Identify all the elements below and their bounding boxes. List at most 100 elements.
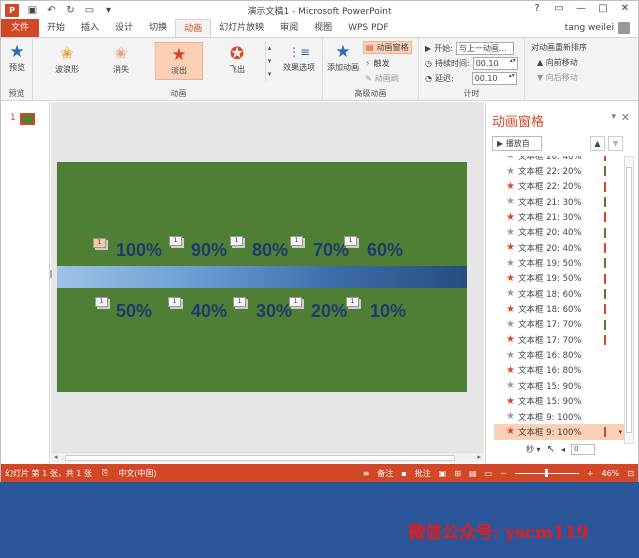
text-box-100[interactable]: 100%	[116, 240, 162, 261]
animation-tag[interactable]: 1	[169, 236, 182, 246]
start-select[interactable]: 与上一动画...	[455, 42, 514, 55]
timing-bar[interactable]	[604, 273, 606, 284]
undo-icon[interactable]: ↶	[46, 5, 57, 16]
animation-list-item[interactable]: ★ 文本框 21: 30%	[494, 209, 626, 224]
animation-list-item[interactable]: ★文本框 20: 40%	[494, 225, 626, 240]
text-box-10[interactable]: 10%	[370, 301, 406, 322]
move-earlier-button[interactable]: ▲ 向前移动	[537, 57, 578, 68]
timing-bar[interactable]	[604, 335, 606, 346]
start-from-beginning-icon[interactable]: ▭	[84, 5, 95, 16]
language[interactable]: 中文(中国)	[118, 468, 156, 479]
slide-canvas[interactable]: 1 100% 1 90% 1 80% 1 70% 1 60% 1 50% 1 4…	[57, 162, 467, 392]
animation-tag[interactable]: 1	[290, 236, 303, 246]
animation-list-item[interactable]: ★ 文本框 22: 20%	[494, 179, 626, 194]
scroll-left-icon[interactable]: ◂	[54, 453, 58, 461]
reading-view-icon[interactable]: ▤	[469, 469, 477, 478]
text-box-30[interactable]: 30%	[256, 301, 292, 322]
scroll-right-icon[interactable]: ▸	[477, 453, 481, 461]
redo-icon[interactable]: ↻	[65, 5, 76, 16]
tab-design[interactable]: 设计	[107, 19, 141, 37]
user-account[interactable]: tang weilei	[565, 19, 630, 37]
maximize-button[interactable]: □	[592, 1, 614, 17]
tab-review[interactable]: 审阅	[272, 19, 306, 37]
timing-bar[interactable]	[604, 427, 606, 438]
animation-list-item[interactable]: ★ 文本框 21: 30%	[494, 194, 626, 209]
animation-list-item[interactable]: ★ 文本框 17: 70%	[494, 317, 626, 332]
zoom-slider[interactable]	[514, 468, 579, 477]
animation-list-item[interactable]: ★ 文本框 9: 100%	[494, 409, 626, 424]
animation-list-item[interactable]: ★ 文本框 19: 50%	[494, 255, 626, 270]
tab-file[interactable]: 文件	[1, 19, 40, 37]
text-box-40[interactable]: 40%	[191, 301, 227, 322]
animation-pane-button[interactable]: ▤ 动画窗格	[363, 41, 412, 54]
animation-tag[interactable]: 1	[168, 297, 181, 307]
zoom-in-icon[interactable]: +	[587, 469, 594, 478]
tab-insert[interactable]: 插入	[73, 19, 107, 37]
timeline-left-icon[interactable]: ◂	[561, 445, 565, 454]
notes-button[interactable]: 备注	[377, 468, 393, 479]
close-pane-icon[interactable]: ✕	[621, 111, 630, 124]
preview-button[interactable]: ★ 预览	[3, 42, 31, 73]
animation-tag[interactable]: 1	[230, 236, 243, 246]
animation-list-item[interactable]: ★ 文本框 9: 100% ▾	[494, 424, 626, 440]
animation-tag[interactable]: 1	[346, 297, 359, 307]
timing-bar[interactable]	[604, 166, 606, 177]
slide-thumbnail[interactable]	[20, 113, 35, 125]
animation-list-item[interactable]: ★文本框 20: 40%	[494, 240, 626, 255]
animation-tag[interactable]: 1	[344, 236, 357, 246]
effect-options-button[interactable]: ⋮≡ 效果选项	[279, 42, 319, 73]
tab-animations[interactable]: 动画	[175, 19, 212, 37]
animation-fly-out[interactable]: ✪ 飞出	[213, 42, 261, 80]
animation-painter-button[interactable]: ✎ 动画刷	[365, 73, 399, 84]
animation-list-item[interactable]: ★ 文本框 22: 20%	[494, 163, 626, 178]
normal-view-icon[interactable]: ▣	[439, 469, 447, 478]
animation-tag[interactable]: 1	[289, 297, 302, 307]
zoom-level[interactable]: 46%	[602, 469, 620, 478]
animation-tag[interactable]: 1	[93, 238, 106, 248]
tab-transitions[interactable]: 切换	[141, 19, 175, 37]
timing-bar[interactable]	[604, 197, 606, 208]
move-up-button[interactable]: ▲	[590, 136, 605, 151]
animation-list-item[interactable]: ★ 文本框 15: 90%	[494, 394, 626, 409]
animation-wave[interactable]: ✬ 波浪形	[43, 42, 91, 80]
animation-list-item[interactable]: ★ 文本框 16: 80%	[494, 347, 626, 362]
help-button[interactable]: ?	[526, 1, 548, 17]
duration-input[interactable]: 00.10	[472, 57, 518, 70]
text-box-90[interactable]: 90%	[191, 240, 227, 261]
timing-bar[interactable]	[604, 304, 606, 315]
add-animation-button[interactable]: ★ 添加动画	[325, 42, 361, 73]
text-box-60[interactable]: 60%	[367, 240, 403, 261]
horizontal-scrollbar[interactable]: ◂ ▸	[51, 452, 484, 463]
timing-bar[interactable]	[604, 181, 606, 192]
item-dropdown-icon[interactable]: ▾	[618, 428, 622, 436]
timing-bar[interactable]	[604, 319, 606, 330]
gallery-scroll[interactable]: ▴ ▾ ▾	[265, 42, 273, 82]
zoom-out-icon[interactable]: −	[500, 469, 507, 478]
ribbon-display-button[interactable]: ▭	[548, 1, 570, 17]
seconds-dropdown[interactable]: 秒 ▾	[526, 444, 541, 455]
text-box-50[interactable]: 50%	[116, 301, 152, 322]
timing-bar[interactable]	[604, 289, 606, 300]
scroll-thumb[interactable]	[65, 455, 455, 461]
pane-scrollbar[interactable]	[624, 156, 634, 444]
pane-scroll-thumb[interactable]	[626, 167, 632, 433]
delay-input[interactable]: 00.10	[471, 72, 517, 85]
spelling-icon[interactable]: ⎘	[102, 468, 108, 478]
tab-wps-pdf[interactable]: WPS PDF	[340, 19, 396, 37]
animation-list-item[interactable]: ★ 文本框 16: 80%	[494, 363, 626, 378]
minimize-button[interactable]: —	[570, 1, 592, 17]
tab-view[interactable]: 视图	[306, 19, 340, 37]
slideshow-icon[interactable]: ▭	[485, 469, 493, 478]
animation-list-item[interactable]: ★ 文本框 19: 50%	[494, 271, 626, 286]
animation-list-item[interactable]: ★ 文本框 18: 60%	[494, 286, 626, 301]
fit-slide-icon[interactable]: ⊡	[627, 469, 634, 478]
move-later-button[interactable]: ▼ 向后移动	[537, 72, 578, 83]
customize-qat-icon[interactable]: ▾	[103, 5, 114, 16]
animation-tag[interactable]: 1	[233, 297, 246, 307]
animation-list-item[interactable]: ★文本框 20: 40%	[494, 156, 626, 163]
timing-bar[interactable]	[604, 227, 606, 238]
gradient-band[interactable]	[57, 266, 467, 288]
play-from-button[interactable]: ▶ 播放自	[492, 136, 542, 151]
move-down-button[interactable]: ▼	[608, 136, 623, 151]
text-box-80[interactable]: 80%	[252, 240, 288, 261]
